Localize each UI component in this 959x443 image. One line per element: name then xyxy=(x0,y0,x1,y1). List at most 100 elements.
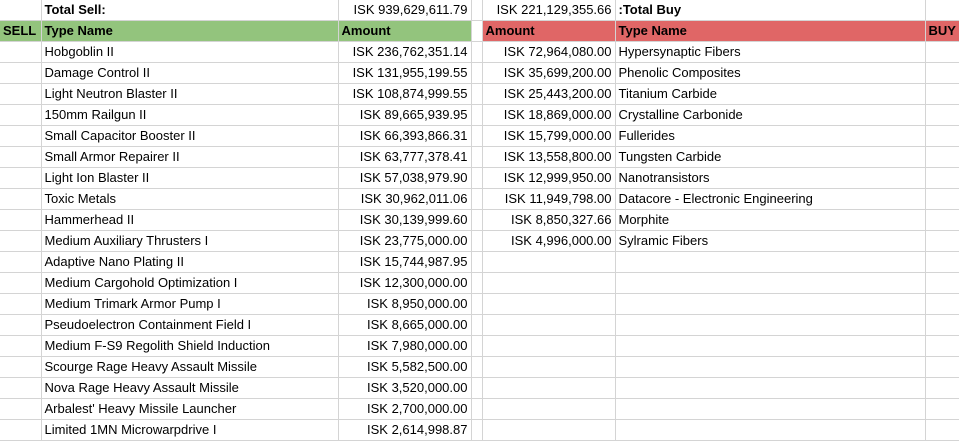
buy-item-amount[interactable]: ISK 8,850,327.66 xyxy=(482,209,616,231)
cell-empty[interactable] xyxy=(482,356,616,378)
cell-empty[interactable] xyxy=(482,293,616,315)
buy-header-amount[interactable]: Amount xyxy=(482,20,616,42)
cell-empty[interactable] xyxy=(925,62,959,84)
sell-item-name[interactable]: Medium Auxiliary Thrusters I xyxy=(41,230,339,252)
cell-empty[interactable] xyxy=(471,272,483,294)
cell-empty[interactable] xyxy=(0,251,42,273)
cell-empty[interactable] xyxy=(925,272,959,294)
cell-empty[interactable] xyxy=(0,314,42,336)
cell-empty[interactable] xyxy=(615,356,926,378)
cell-empty[interactable] xyxy=(0,419,42,441)
cell-empty[interactable] xyxy=(925,356,959,378)
sell-item-name[interactable]: Medium Cargohold Optimization I xyxy=(41,272,339,294)
sell-item-amount[interactable]: ISK 12,300,000.00 xyxy=(338,272,472,294)
cell-empty[interactable] xyxy=(0,272,42,294)
cell-empty[interactable] xyxy=(0,335,42,357)
cell-empty[interactable] xyxy=(471,398,483,420)
sell-item-amount[interactable]: ISK 2,700,000.00 xyxy=(338,398,472,420)
buy-header-type-name[interactable]: Type Name xyxy=(615,20,926,42)
buy-item-name[interactable]: Tungsten Carbide xyxy=(615,146,926,168)
cell-empty[interactable] xyxy=(925,293,959,315)
cell-empty[interactable] xyxy=(615,377,926,399)
total-sell-value[interactable]: ISK 939,629,611.79 xyxy=(338,0,472,21)
cell-empty[interactable] xyxy=(471,41,483,63)
cell-empty[interactable] xyxy=(0,230,42,252)
sell-item-name[interactable]: Hammerhead II xyxy=(41,209,339,231)
buy-item-amount[interactable]: ISK 13,558,800.00 xyxy=(482,146,616,168)
cell-empty[interactable] xyxy=(925,104,959,126)
cell-empty[interactable] xyxy=(925,0,959,21)
cell-empty[interactable] xyxy=(471,125,483,147)
cell-empty[interactable] xyxy=(471,188,483,210)
cell-empty[interactable] xyxy=(471,335,483,357)
cell-empty[interactable] xyxy=(0,83,42,105)
sell-item-amount[interactable]: ISK 3,520,000.00 xyxy=(338,377,472,399)
sell-item-amount[interactable]: ISK 63,777,378.41 xyxy=(338,146,472,168)
sell-tag[interactable]: SELL xyxy=(0,20,42,42)
sell-item-amount[interactable]: ISK 15,744,987.95 xyxy=(338,251,472,273)
cell-empty[interactable] xyxy=(925,41,959,63)
cell-empty[interactable] xyxy=(0,62,42,84)
cell-empty[interactable] xyxy=(471,146,483,168)
cell-empty[interactable] xyxy=(471,20,483,42)
cell-empty[interactable] xyxy=(471,314,483,336)
cell-empty[interactable] xyxy=(925,419,959,441)
cell-empty[interactable] xyxy=(925,398,959,420)
buy-item-name[interactable]: Datacore - Electronic Engineering xyxy=(615,188,926,210)
cell-empty[interactable] xyxy=(0,125,42,147)
sell-item-name[interactable]: Small Armor Repairer II xyxy=(41,146,339,168)
cell-empty[interactable] xyxy=(471,83,483,105)
cell-empty[interactable] xyxy=(0,293,42,315)
sell-item-amount[interactable]: ISK 57,038,979.90 xyxy=(338,167,472,189)
cell-empty[interactable] xyxy=(925,230,959,252)
buy-item-amount[interactable]: ISK 25,443,200.00 xyxy=(482,83,616,105)
buy-item-name[interactable]: Crystalline Carbonide xyxy=(615,104,926,126)
sell-item-amount[interactable]: ISK 23,775,000.00 xyxy=(338,230,472,252)
buy-item-amount[interactable]: ISK 72,964,080.00 xyxy=(482,41,616,63)
cell-empty[interactable] xyxy=(482,272,616,294)
cell-empty[interactable] xyxy=(925,83,959,105)
cell-empty[interactable] xyxy=(925,377,959,399)
cell-empty[interactable] xyxy=(0,398,42,420)
sell-item-name[interactable]: Adaptive Nano Plating II xyxy=(41,251,339,273)
cell-empty[interactable] xyxy=(615,293,926,315)
cell-empty[interactable] xyxy=(0,104,42,126)
cell-empty[interactable] xyxy=(0,41,42,63)
buy-item-name[interactable]: Sylramic Fibers xyxy=(615,230,926,252)
cell-empty[interactable] xyxy=(615,335,926,357)
cell-empty[interactable] xyxy=(471,0,483,21)
total-buy-value[interactable]: ISK 221,129,355.66 xyxy=(482,0,616,21)
cell-empty[interactable] xyxy=(615,314,926,336)
cell-empty[interactable] xyxy=(615,419,926,441)
cell-empty[interactable] xyxy=(471,419,483,441)
total-buy-label[interactable]: :Total Buy xyxy=(615,0,926,21)
cell-empty[interactable] xyxy=(471,104,483,126)
cell-empty[interactable] xyxy=(482,419,616,441)
cell-empty[interactable] xyxy=(615,272,926,294)
cell-empty[interactable] xyxy=(471,167,483,189)
cell-empty[interactable] xyxy=(471,356,483,378)
sell-item-name[interactable]: Hobgoblin II xyxy=(41,41,339,63)
cell-empty[interactable] xyxy=(482,335,616,357)
sell-item-name[interactable]: Nova Rage Heavy Assault Missile xyxy=(41,377,339,399)
cell-empty[interactable] xyxy=(482,251,616,273)
cell-empty[interactable] xyxy=(482,377,616,399)
sell-item-amount[interactable]: ISK 30,139,999.60 xyxy=(338,209,472,231)
sell-item-amount[interactable]: ISK 89,665,939.95 xyxy=(338,104,472,126)
cell-empty[interactable] xyxy=(0,188,42,210)
buy-tag[interactable]: BUY xyxy=(925,20,959,42)
cell-empty[interactable] xyxy=(615,251,926,273)
sell-item-amount[interactable]: ISK 131,955,199.55 xyxy=(338,62,472,84)
sell-item-name[interactable]: Limited 1MN Microwarpdrive I xyxy=(41,419,339,441)
cell-empty[interactable] xyxy=(615,398,926,420)
sell-item-amount[interactable]: ISK 108,874,999.55 xyxy=(338,83,472,105)
cell-empty[interactable] xyxy=(925,188,959,210)
sell-item-name[interactable]: Arbalest' Heavy Missile Launcher xyxy=(41,398,339,420)
buy-item-amount[interactable]: ISK 12,999,950.00 xyxy=(482,167,616,189)
sell-item-amount[interactable]: ISK 7,980,000.00 xyxy=(338,335,472,357)
sell-item-name[interactable]: Toxic Metals xyxy=(41,188,339,210)
sell-item-amount[interactable]: ISK 5,582,500.00 xyxy=(338,356,472,378)
cell-empty[interactable] xyxy=(471,209,483,231)
buy-item-name[interactable]: Morphite xyxy=(615,209,926,231)
sell-header-type-name[interactable]: Type Name xyxy=(41,20,339,42)
